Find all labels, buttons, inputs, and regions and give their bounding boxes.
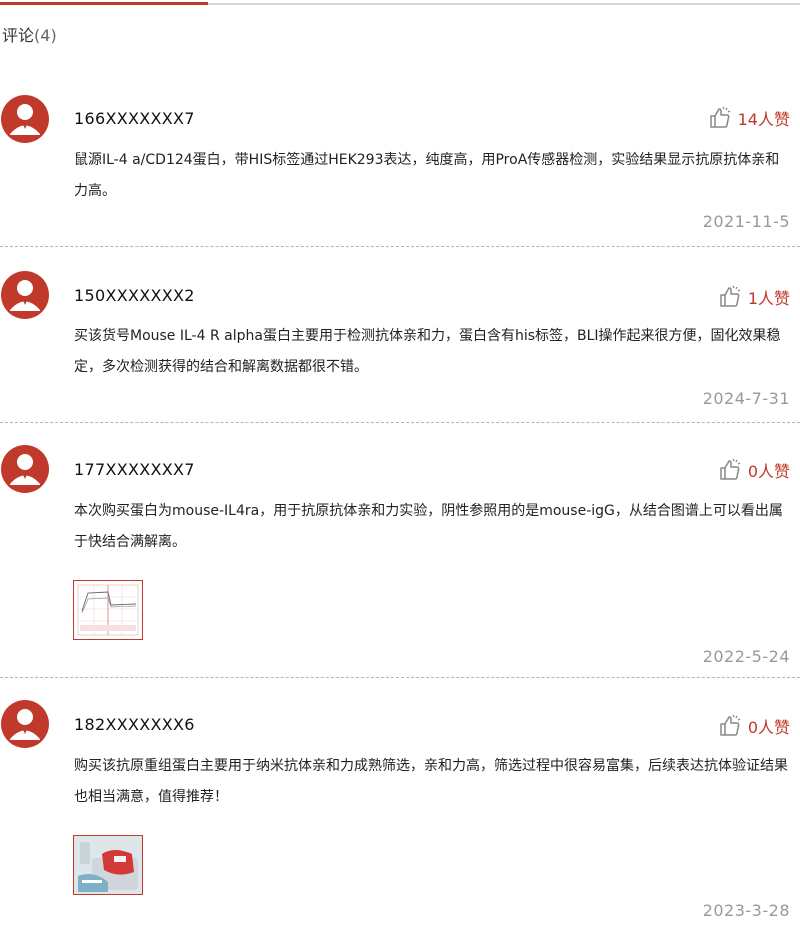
- comment-text: 本次购买蛋白为mouse-IL4ra，用于抗原抗体亲和力实验，阴性参照用的是mo…: [74, 503, 783, 550]
- avatar: [1, 95, 49, 143]
- attachment-thumbnail[interactable]: [73, 835, 143, 895]
- comment-username: 150XXXXXXX2: [74, 286, 195, 305]
- attachment-thumbnail[interactable]: [73, 580, 143, 640]
- comment-username: 177XXXXXXX7: [74, 460, 195, 479]
- thumbs-up-icon: [720, 285, 741, 307]
- thumbs-up-icon: [709, 106, 730, 128]
- binding-curve-image: [77, 584, 139, 636]
- top-divider-accent: [0, 2, 208, 5]
- comment-text: 买该货号Mouse IL-4 R alpha蛋白主要用于检测抗体亲和力，蛋白含有…: [74, 328, 781, 375]
- comment-divider: [0, 246, 800, 247]
- like-button[interactable]: 1人赞: [718, 285, 790, 309]
- like-count: 1人赞: [747, 289, 790, 308]
- like-button[interactable]: 0人赞: [718, 458, 790, 482]
- like-button[interactable]: 14人赞: [708, 106, 790, 130]
- comment-text: 鼠源IL-4 a/CD124蛋白，带HIS标签通过HEK293表达，纯度高，用P…: [74, 152, 780, 199]
- like-count: 14人赞: [737, 110, 790, 129]
- avatar: [1, 271, 49, 319]
- product-photo-image: [74, 836, 142, 894]
- comment-divider: [0, 677, 800, 678]
- avatar: [1, 700, 49, 748]
- comment-username: 182XXXXXXX6: [74, 715, 195, 734]
- thumbs-up-icon: [720, 714, 741, 736]
- comments-heading-label: 评论: [2, 26, 35, 45]
- comment-date: 2024-7-31: [702, 389, 790, 408]
- comments-count: (4): [34, 26, 57, 45]
- like-count: 0人赞: [747, 462, 790, 481]
- comment-date: 2023-3-28: [702, 901, 790, 920]
- comment-divider: [0, 422, 800, 423]
- comments-heading: 评论(4): [2, 22, 57, 46]
- comment-username: 166XXXXXXX7: [74, 109, 195, 128]
- comment-date: 2022-5-24: [702, 647, 790, 666]
- comment-date: 2021-11-5: [702, 212, 790, 231]
- like-button[interactable]: 0人赞: [718, 714, 790, 738]
- avatar: [1, 445, 49, 493]
- comment-text: 购买该抗原重组蛋白主要用于纳米抗体亲和力成熟筛选，亲和力高，筛选过程中很容易富集…: [74, 758, 788, 805]
- thumbs-up-icon: [720, 458, 741, 480]
- like-count: 0人赞: [747, 718, 790, 737]
